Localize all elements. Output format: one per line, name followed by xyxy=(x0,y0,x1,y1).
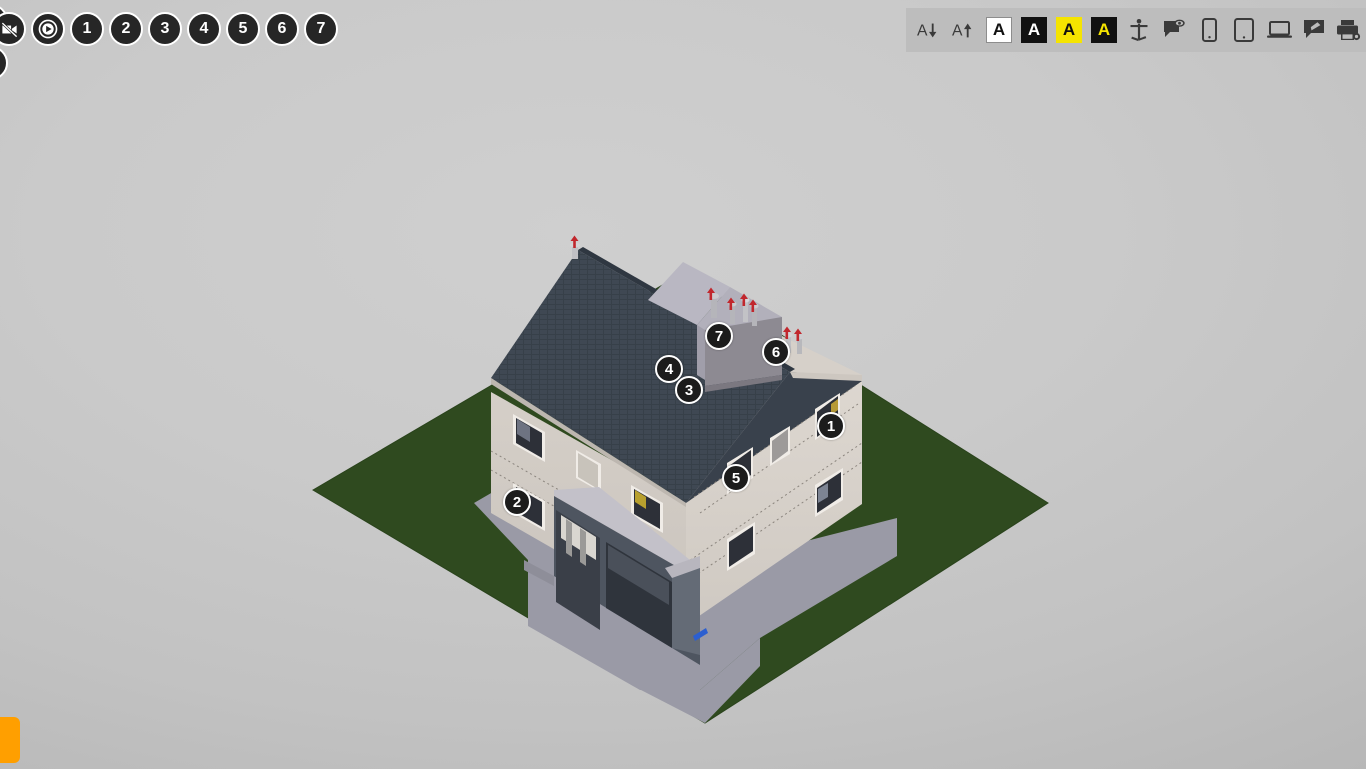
font-increase-icon: A xyxy=(952,23,972,40)
scene-step-navigation: 1 2 3 4 5 6 7 xyxy=(0,12,338,46)
step-button-5[interactable]: 5 xyxy=(226,12,260,46)
step-label: 7 xyxy=(316,20,326,37)
contrast-yellow-foreground-button[interactable]: A xyxy=(1091,17,1117,43)
step-button-2[interactable]: 2 xyxy=(109,12,143,46)
contrast-yellow-bg-label: A xyxy=(1062,20,1076,39)
hotspot-7[interactable]: 7 xyxy=(705,322,733,350)
hotspot-label: 4 xyxy=(664,360,674,378)
tablet-icon xyxy=(1234,18,1254,42)
step-button-7[interactable]: 7 xyxy=(304,12,338,46)
decrease-font-size-button[interactable]: A xyxy=(916,17,942,43)
print-button[interactable] xyxy=(1336,17,1362,43)
hotspot-label: 1 xyxy=(826,417,836,435)
hotspot-2[interactable]: 2 xyxy=(503,488,531,516)
camera-off-icon xyxy=(0,21,18,38)
hotspot-label: 6 xyxy=(771,343,781,361)
play-button[interactable] xyxy=(31,12,65,46)
sign-language-button[interactable] xyxy=(1161,17,1187,43)
step-button-3[interactable]: 3 xyxy=(148,12,182,46)
hotspot-label: 3 xyxy=(684,381,694,399)
step-button-4[interactable]: 4 xyxy=(187,12,221,46)
hotspot-label: 2 xyxy=(512,493,522,511)
accessibility-toolbar: A A A A A A xyxy=(906,8,1366,52)
hotspot-6[interactable]: 6 xyxy=(762,338,790,366)
contrast-normal-button[interactable]: A xyxy=(986,17,1012,43)
hotspot-4[interactable]: 4 xyxy=(655,355,683,383)
step-label: 1 xyxy=(82,20,92,37)
step-button-1[interactable]: 1 xyxy=(70,12,104,46)
tablet-view-button[interactable] xyxy=(1231,17,1257,43)
svg-text:A: A xyxy=(917,23,928,40)
hotspot-3[interactable]: 3 xyxy=(675,376,703,404)
contrast-invert-label: A xyxy=(1027,20,1041,39)
printer-icon xyxy=(1337,20,1361,41)
laptop-icon xyxy=(1266,21,1292,38)
hotspot-5[interactable]: 5 xyxy=(722,464,750,492)
dormer-side-left xyxy=(697,325,705,380)
feedback-button[interactable] xyxy=(1301,17,1327,43)
accessibility-button[interactable] xyxy=(1126,17,1152,43)
svg-text:A: A xyxy=(952,23,963,40)
step-button-6[interactable]: 6 xyxy=(265,12,299,46)
contrast-yellow-fg-label: A xyxy=(1097,20,1111,39)
step-label: 6 xyxy=(277,20,287,37)
font-decrease-icon: A xyxy=(917,23,937,40)
side-panel-handle[interactable] xyxy=(0,717,20,763)
hotspot-1[interactable]: 1 xyxy=(817,412,845,440)
accessibility-person-icon xyxy=(1130,19,1148,42)
speech-bubble-pencil-icon xyxy=(1304,20,1324,38)
contrast-normal-label: A xyxy=(992,20,1006,39)
entrance-side-wall xyxy=(672,565,700,655)
viewer-root: 1234567 1 2 3 4 5 6 7 A A A A A A xyxy=(0,0,1366,769)
step-label: 4 xyxy=(199,20,209,37)
step-label: 5 xyxy=(238,20,248,37)
contrast-invert-button[interactable]: A xyxy=(1021,17,1047,43)
hotspot-label: 5 xyxy=(731,469,741,487)
mobile-view-button[interactable] xyxy=(1196,17,1222,43)
step-label: 3 xyxy=(160,20,170,37)
hotspot-label: 7 xyxy=(714,327,724,345)
step-label: 2 xyxy=(121,20,131,37)
door-mullion-a xyxy=(566,519,572,557)
mobile-phone-icon xyxy=(1201,18,1217,42)
speech-bubble-eye-icon xyxy=(1164,19,1185,37)
door-mullion-b xyxy=(580,528,586,566)
increase-font-size-button[interactable]: A xyxy=(951,17,977,43)
desktop-view-button[interactable] xyxy=(1266,17,1292,43)
camera-off-button[interactable] xyxy=(0,12,26,46)
play-circle-icon xyxy=(38,19,58,39)
contrast-yellow-background-button[interactable]: A xyxy=(1056,17,1082,43)
